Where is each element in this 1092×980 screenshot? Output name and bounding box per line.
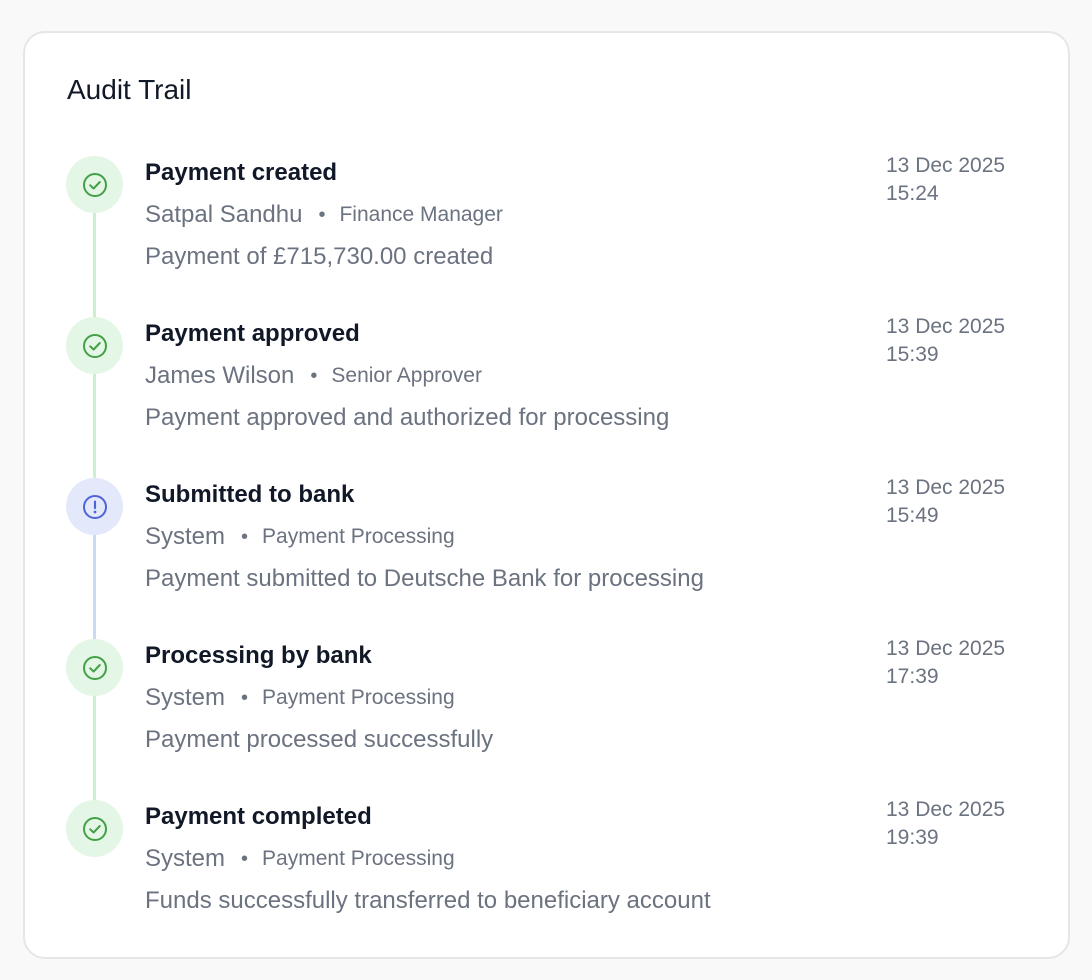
actor-role: Payment Processing (262, 525, 455, 548)
event-date: 13 Dec 2025 (886, 476, 1006, 499)
check-circle-icon (81, 654, 109, 682)
status-marker (66, 156, 123, 213)
separator-dot: • (241, 687, 249, 709)
event-time: 15:24 (886, 182, 939, 205)
event-actor: System • Payment Processing (145, 844, 455, 874)
event-title: Payment completed (145, 803, 372, 830)
separator-dot: • (318, 204, 326, 226)
actor-role: Senior Approver (331, 364, 482, 387)
separator-dot: • (310, 365, 318, 387)
event-description: Payment processed successfully (145, 726, 494, 753)
event-timestamp: 13 Dec 2025 19:39 (886, 796, 1026, 852)
event-description: Payment approved and authorized for proc… (145, 404, 670, 431)
event-description: Funds successfully transferred to benefi… (145, 887, 711, 914)
check-circle-icon (81, 815, 109, 843)
event-title: Submitted to bank (145, 481, 355, 508)
event-timestamp: 13 Dec 2025 15:39 (886, 313, 1026, 369)
event-timestamp: 13 Dec 2025 17:39 (886, 635, 1026, 691)
timeline-connector (93, 695, 96, 800)
event-time: 17:39 (886, 665, 939, 688)
event-date: 13 Dec 2025 (886, 315, 1006, 338)
event-time: 15:39 (886, 343, 939, 366)
timeline-connector (93, 373, 96, 478)
actor-role: Finance Manager (339, 203, 503, 226)
event-time: 19:39 (886, 826, 939, 849)
event-date: 13 Dec 2025 (886, 637, 1006, 660)
event-actor: System • Payment Processing (145, 683, 455, 713)
event-timestamp: 13 Dec 2025 15:24 (886, 152, 1026, 208)
event-actor: Satpal Sandhu • Finance Manager (145, 200, 503, 230)
timeline-connector (93, 212, 96, 317)
check-circle-icon (81, 171, 109, 199)
audit-trail-card: Audit Trail Payment created Satpal Sandh… (23, 31, 1070, 959)
actor-name: System (145, 523, 226, 550)
alert-circle-icon (81, 493, 109, 521)
timeline-connector (93, 534, 96, 639)
status-marker (66, 478, 123, 535)
event-time: 15:49 (886, 504, 939, 527)
event-date: 13 Dec 2025 (886, 798, 1006, 821)
actor-name: Satpal Sandhu (145, 201, 303, 228)
event-description: Payment submitted to Deutsche Bank for p… (145, 565, 704, 592)
actor-name: System (145, 845, 226, 872)
timeline-event-processing: Processing by bank System • Payment Proc… (25, 637, 1068, 800)
status-marker (66, 317, 123, 374)
event-actor: James Wilson • Senior Approver (145, 361, 482, 391)
event-actor: System • Payment Processing (145, 522, 455, 552)
event-title: Payment created (145, 159, 338, 186)
separator-dot: • (241, 526, 249, 548)
actor-role: Payment Processing (262, 847, 455, 870)
status-marker (66, 800, 123, 857)
timeline-event-submitted: Submitted to bank System • Payment Proce… (25, 476, 1068, 639)
actor-role: Payment Processing (262, 686, 455, 709)
actor-name: System (145, 684, 226, 711)
event-date: 13 Dec 2025 (886, 154, 1006, 177)
event-title: Processing by bank (145, 642, 372, 669)
timeline-event-completed: Payment completed System • Payment Proce… (25, 798, 1068, 961)
actor-name: James Wilson (145, 362, 295, 389)
separator-dot: • (241, 848, 249, 870)
status-marker (66, 639, 123, 696)
timeline-event-approved: Payment approved James Wilson • Senior A… (25, 315, 1068, 478)
event-description: Payment of £715,730.00 created (145, 243, 494, 270)
event-timestamp: 13 Dec 2025 15:49 (886, 474, 1026, 530)
check-circle-icon (81, 332, 109, 360)
timeline-event-created: Payment created Satpal Sandhu • Finance … (25, 154, 1068, 317)
event-title: Payment approved (145, 320, 360, 347)
audit-timeline: Payment created Satpal Sandhu • Finance … (25, 33, 1068, 957)
